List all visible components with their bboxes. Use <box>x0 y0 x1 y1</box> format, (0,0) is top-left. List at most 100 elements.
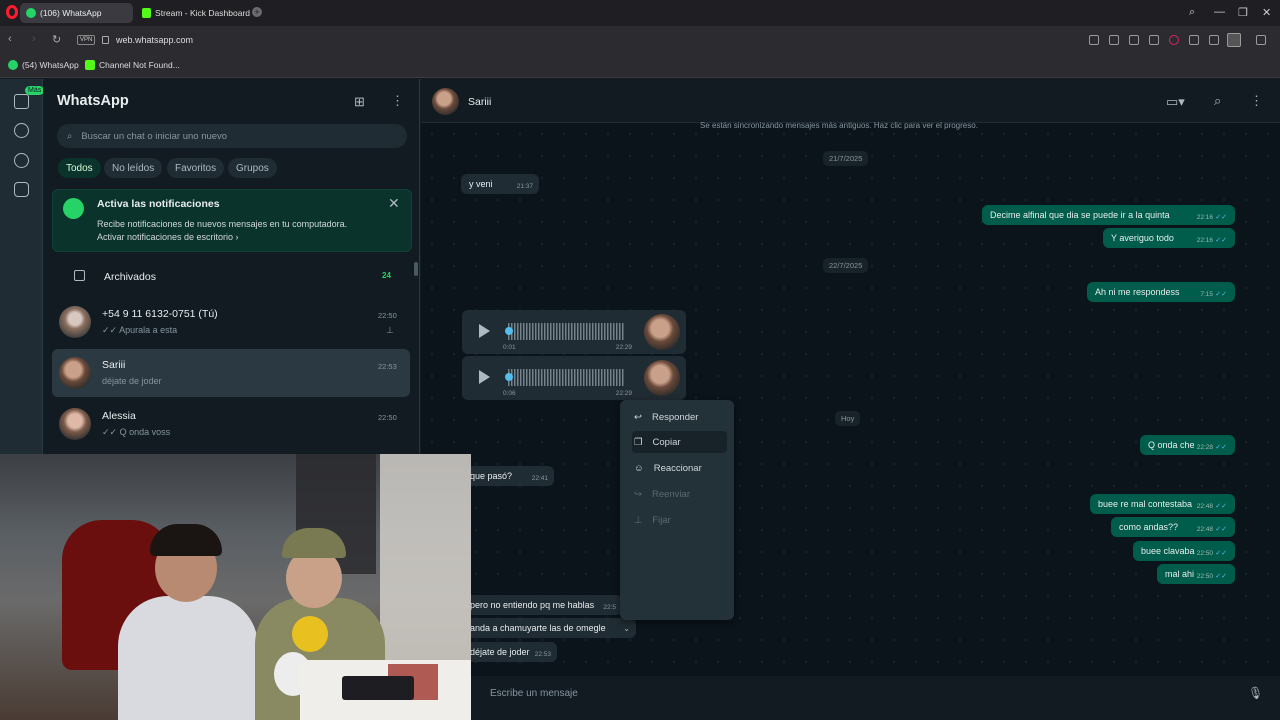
contact-avatar[interactable] <box>432 88 459 115</box>
archived-count: 24 <box>382 271 391 280</box>
date-divider: 21/7/2025 <box>823 151 869 166</box>
close-banner-icon[interactable]: ✕ <box>388 195 400 212</box>
new-tab-button[interactable]: + <box>252 7 262 17</box>
vpn-badge[interactable]: VPN <box>77 35 96 45</box>
channels-icon[interactable] <box>14 153 29 168</box>
settings-icon[interactable] <box>1256 35 1266 45</box>
play-icon[interactable] <box>479 370 490 384</box>
filter-grupos[interactable]: Grupos <box>228 158 277 178</box>
chat-row-self[interactable]: +54 9 11 6132-0751 (Tú) ✓✓ Apurala a est… <box>52 298 410 346</box>
chat-row-sariii[interactable]: Sariii déjate de joder 22:53 <box>52 349 410 397</box>
search-placeholder: Buscar un chat o iniciar uno nuevo <box>81 130 228 142</box>
shield-icon[interactable] <box>1129 35 1139 45</box>
message-text: anda a chamuyarte las de omegle <box>470 623 606 633</box>
camera-icon[interactable] <box>1109 35 1119 45</box>
message-text: Q onda che <box>1148 440 1195 450</box>
opera-logo-icon[interactable] <box>6 5 18 19</box>
status-icon[interactable] <box>14 123 29 138</box>
avatar <box>59 306 91 338</box>
reload-icon[interactable]: ↻ <box>52 33 61 46</box>
chat-time: 22:53 <box>378 362 397 371</box>
message-time: 22:16 <box>1196 237 1213 244</box>
message-out[interactable]: buee re mal contestaba 22:48 ✓✓ <box>1090 494 1235 514</box>
voice-duration: 0:01 <box>503 344 516 351</box>
chat-row-alessia[interactable]: Alessia ✓✓ Q onda voss 22:50 <box>52 400 410 448</box>
message-input[interactable]: Escribe un mensaje <box>470 682 1240 704</box>
conversation-header[interactable] <box>421 79 1280 123</box>
kick-favicon-icon <box>85 60 95 70</box>
download-icon[interactable] <box>1189 35 1199 45</box>
play-icon[interactable] <box>479 324 490 338</box>
message-out[interactable]: Decime alfinal que dia se puede ir a la … <box>982 205 1235 225</box>
profile-avatar[interactable] <box>1227 33 1241 47</box>
message-text: Decime alfinal que dia se puede ir a la … <box>990 210 1170 220</box>
menu-item-fijar[interactable]: ⊥ Fijar <box>632 509 727 531</box>
read-tick-icon: ✓✓ <box>1215 214 1227 221</box>
filter-no-leidos[interactable]: No leídos <box>104 158 163 178</box>
search-messages-icon[interactable]: ⌕ <box>1214 93 1221 109</box>
chats-icon[interactable] <box>14 94 29 109</box>
bookmark-kick[interactable]: Channel Not Found... <box>85 60 180 70</box>
message-in[interactable]: déjate de joder 22:53 <box>462 642 557 662</box>
back-icon[interactable]: ‹ <box>8 33 12 45</box>
app-title: WhatsApp <box>57 93 129 109</box>
chevron-down-icon[interactable]: ⌄ <box>623 624 630 633</box>
menu-item-responder[interactable]: ↩ Responder <box>632 406 727 428</box>
pin-icon: ⊥ <box>634 514 643 526</box>
voice-message[interactable]: 0:06 22:29 <box>462 356 686 400</box>
message-text: que pasó? <box>470 471 513 481</box>
menu-item-label: Fijar <box>652 514 671 526</box>
enable-notifications-link[interactable]: Activar notificaciones de escritorio › <box>97 232 239 242</box>
search-input[interactable]: ⌕ Buscar un chat o iniciar uno nuevo <box>57 124 407 148</box>
player-icon[interactable] <box>1149 35 1159 45</box>
sync-notice[interactable]: Se están sincronizando mensajes más anti… <box>700 121 978 130</box>
seek-handle[interactable] <box>505 373 513 381</box>
lock-icon[interactable] <box>102 36 109 44</box>
minimize-icon[interactable]: — <box>1214 6 1225 18</box>
restore-icon[interactable]: ❐ <box>1238 6 1248 19</box>
message-text: mal ahi <box>1165 569 1195 579</box>
video-call-icon[interactable]: ▭▾ <box>1166 94 1185 110</box>
heart-icon[interactable] <box>1169 35 1179 45</box>
voice-duration: 0:06 <box>503 390 516 397</box>
message-out[interactable]: Q onda che 22:28 ✓✓ <box>1140 435 1235 455</box>
tab-kick-dashboard[interactable]: Stream - Kick Dashboard <box>136 3 250 23</box>
message-out[interactable]: buee clavaba 22:50 ✓✓ <box>1133 541 1235 561</box>
forward-icon: ↪ <box>634 488 642 500</box>
close-window-icon[interactable]: ✕ <box>1262 6 1271 19</box>
bookmark-whatsapp[interactable]: (54) WhatsApp <box>8 60 79 70</box>
microphone-icon[interactable]: 🎙 <box>1248 686 1263 700</box>
search-tabs-icon[interactable]: ⌕ <box>1189 6 1195 19</box>
menu-item-label: Reenviar <box>651 488 690 500</box>
menu-item-copiar[interactable]: ❐ Copiar <box>632 431 727 453</box>
message-in[interactable]: pero no entiendo pq me hablas 22:5 <box>462 595 622 615</box>
message-in[interactable]: anda a chamuyarte las de omegle ⌄ <box>462 618 636 638</box>
filter-favoritos[interactable]: Favoritos <box>167 158 225 178</box>
message-out[interactable]: Y averiguo todo 22:16 ✓✓ <box>1103 228 1235 248</box>
communities-icon[interactable] <box>14 182 29 197</box>
url-field[interactable]: web.whatsapp.com <box>116 35 193 45</box>
menu-item-reenviar[interactable]: ↪ Reenviar <box>632 483 727 505</box>
seek-handle[interactable] <box>505 327 513 335</box>
menu-item-label: Responder <box>651 411 699 423</box>
filter-todos[interactable]: Todos <box>58 158 101 178</box>
voice-message[interactable]: 0:01 22:29 <box>462 310 686 354</box>
menu-icon[interactable] <box>1209 35 1219 45</box>
message-out[interactable]: mal ahi 22:50 ✓✓ <box>1157 564 1235 584</box>
menu-dots-icon[interactable]: ⋮ <box>391 93 404 109</box>
message-out[interactable]: como andas?? 22:48 ✓✓ <box>1111 517 1235 537</box>
waveform[interactable] <box>508 369 624 386</box>
new-chat-icon[interactable]: ⊞ <box>354 94 365 110</box>
message-in[interactable]: que pasó? 22:41 <box>462 466 554 486</box>
chat-menu-icon[interactable]: ⋮ <box>1250 93 1263 109</box>
waveform[interactable] <box>508 323 624 340</box>
tab-whatsapp[interactable]: (106) WhatsApp <box>20 3 133 23</box>
extension-icon[interactable] <box>1089 35 1099 45</box>
message-in[interactable]: y veni 21:37 <box>461 174 539 194</box>
menu-item-reaccionar[interactable]: ☺ Reaccionar <box>632 457 727 479</box>
scrollbar[interactable] <box>414 262 418 276</box>
message-out[interactable]: Ah ni me respondess 7:15 ✓✓ <box>1087 282 1235 302</box>
contact-name[interactable]: Sariii <box>468 96 491 108</box>
archived-row[interactable]: Archivados <box>104 271 156 283</box>
forward-icon[interactable]: › <box>32 33 36 45</box>
